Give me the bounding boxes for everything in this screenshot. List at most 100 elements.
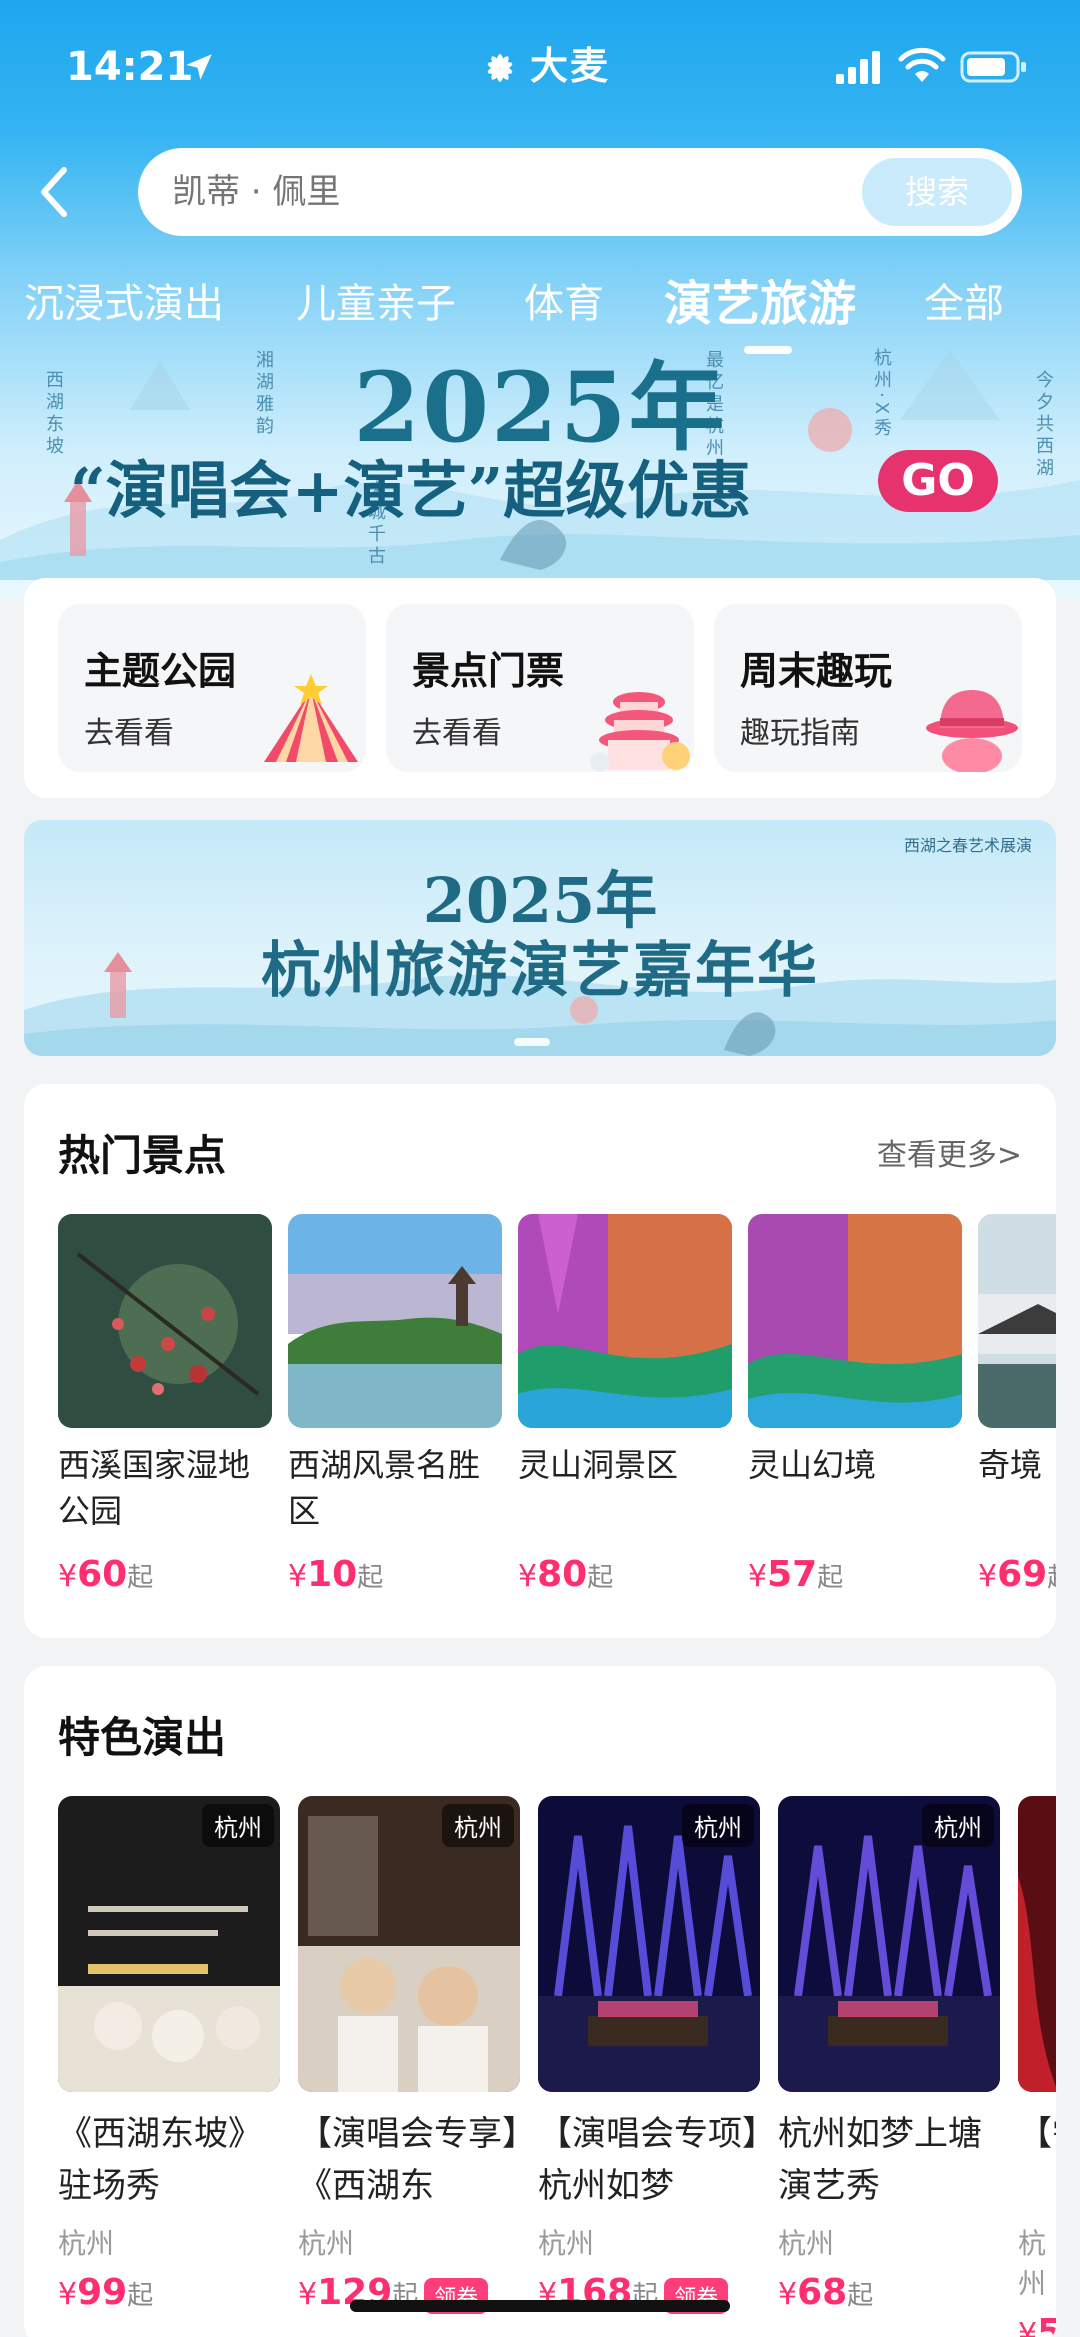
show-price: ¥68起 xyxy=(778,2272,1000,2313)
card-title: 景点门票 xyxy=(412,649,565,693)
currency-symbol: ¥ xyxy=(58,2277,78,2312)
show-card[interactable]: 杭州 《西湖东坡》驻场秀 杭州 ¥99起 xyxy=(58,1796,280,2313)
search-bar[interactable]: 搜索 xyxy=(138,148,1022,236)
show-card[interactable]: 杭州 【演唱会专项】杭州如梦 杭州 ¥168起 领券 xyxy=(538,1796,760,2314)
price-value: 68 xyxy=(797,2272,848,2313)
spot-price: ¥80起 xyxy=(518,1554,613,1595)
spot-card-lingshan-fantasy[interactable]: 灵山幻境 xyxy=(748,1214,962,1488)
city-tag: 杭州 xyxy=(442,1804,514,1847)
carousel-indicator xyxy=(514,1038,550,1046)
show-price: ¥5 xyxy=(1018,2312,1056,2337)
currency-symbol: ¥ xyxy=(1018,2317,1038,2337)
see-more-link[interactable]: 查看更多> xyxy=(877,1130,1022,1174)
battery-icon xyxy=(960,51,1026,83)
price-value: 80 xyxy=(537,1554,588,1595)
currency-symbol: ¥ xyxy=(748,1559,768,1594)
weekend-fun-card[interactable]: 周末趣玩 趣玩指南 xyxy=(714,604,1022,772)
city-tag: 杭州 xyxy=(922,1804,994,1847)
pagoda-icon xyxy=(590,692,690,772)
back-chevron-icon[interactable] xyxy=(34,162,74,222)
show-city: 杭州 xyxy=(58,2227,115,2260)
spot-name: 奇境 xyxy=(978,1446,1043,1484)
spot-price: ¥69起 xyxy=(978,1554,1056,1595)
show-name: 【演唱会专享】《西湖东 xyxy=(298,2114,519,2206)
price-value: 99 xyxy=(77,2272,128,2313)
show-city: 杭州 xyxy=(1018,2227,1047,2300)
show-city: 杭州 xyxy=(778,2227,835,2260)
show-card[interactable]: 杭州 【演唱会专享】《西湖东 杭州 ¥129起 领券 xyxy=(298,1796,520,2314)
price-suffix: 起 xyxy=(127,1563,154,1593)
show-city: 杭州 xyxy=(538,2227,595,2260)
spot-card-xixi[interactable]: 西溪国家湿地公园 xyxy=(58,1214,272,1534)
show-price: ¥99起 xyxy=(58,2272,280,2313)
promo-banner[interactable]: 西湖东坡 湘湖雅韵 宋城千古 最忆是杭州 杭州·X秀 今夕共西湖 2025年 “… xyxy=(0,330,1080,580)
spot-name: 灵山幻境 xyxy=(748,1446,877,1484)
price-suffix: 起 xyxy=(847,2281,874,2311)
promo-go-button[interactable]: GO xyxy=(878,450,998,512)
price-suffix: 起 xyxy=(817,1563,844,1593)
card-title: 主题公园 xyxy=(84,649,237,693)
home-indicator[interactable] xyxy=(350,2300,730,2312)
show-poster: 杭州 xyxy=(538,1796,760,2092)
price-value: 60 xyxy=(77,1554,128,1595)
status-time: 14:21 xyxy=(66,44,194,90)
featured-shows-section: 特色演出 杭州 《西湖东坡》驻场秀 杭州 ¥99起 杭州 【演唱会专享】《西湖东… xyxy=(24,1666,1056,2337)
carnival-title: 杭州旅游演艺嘉年华 xyxy=(261,936,819,1006)
section-title: 热门景点 xyxy=(58,1131,227,1180)
show-name: 杭州如梦上塘演艺秀 xyxy=(778,2114,982,2206)
price-suffix: 起 xyxy=(1047,1563,1056,1593)
price-suffix: 起 xyxy=(587,1563,614,1593)
hot-spots-section: 热门景点 查看更多> 西溪国家湿地公园 西湖风景名胜区 灵山洞景区 灵山幻境 奇… xyxy=(24,1084,1056,1638)
spot-price: ¥10起 xyxy=(288,1554,383,1595)
spot-thumbnail xyxy=(978,1214,1056,1428)
currency-symbol: ¥ xyxy=(778,2277,798,2312)
currency-symbol: ¥ xyxy=(518,1559,538,1594)
card-subtitle: 去看看 xyxy=(84,716,174,751)
city-tag: 杭州 xyxy=(682,1804,754,1847)
currency-symbol: ¥ xyxy=(298,2277,318,2312)
price-suffix: 起 xyxy=(357,1563,384,1593)
currency-symbol: ¥ xyxy=(978,1559,998,1594)
spot-thumbnail xyxy=(748,1214,962,1428)
price-value: 10 xyxy=(307,1554,358,1595)
show-card[interactable]: 【需 杭州 ¥5 xyxy=(1018,1796,1056,2337)
brand-logo: 大麦 xyxy=(476,38,610,88)
section-title: 特色演出 xyxy=(58,1713,227,1762)
category-cards-panel: 主题公园 去看看 景点门票 去看看 周末趣玩 趣玩指南 xyxy=(24,578,1056,798)
spot-name: 灵山洞景区 xyxy=(518,1446,679,1484)
show-poster: 杭州 xyxy=(778,1796,1000,2092)
spot-price: ¥57起 xyxy=(748,1554,843,1595)
status-bar: 14:21 大麦 xyxy=(0,0,1080,135)
spot-name: 西湖风景名胜区 xyxy=(288,1446,481,1530)
show-poster: 杭州 xyxy=(58,1796,280,2092)
city-tag: 杭州 xyxy=(202,1804,274,1847)
brand-name: 大麦 xyxy=(530,43,611,88)
price-value: 57 xyxy=(767,1554,818,1595)
spot-name: 西溪国家湿地公园 xyxy=(58,1446,251,1530)
spot-card-wonderland[interactable]: 奇境 xyxy=(978,1214,1056,1488)
attraction-tickets-card[interactable]: 景点门票 去看看 xyxy=(386,604,694,772)
circus-tent-icon xyxy=(264,674,358,762)
cellular-signal-icon xyxy=(836,51,880,84)
price-suffix: 起 xyxy=(127,2281,154,2311)
spot-thumbnail xyxy=(58,1214,272,1428)
wifi-icon xyxy=(898,47,946,82)
spot-thumbnail xyxy=(288,1214,502,1428)
promo-title: “演唱会+演艺”超级优惠 xyxy=(70,454,752,527)
search-input[interactable] xyxy=(172,148,772,236)
show-name: 《西湖东坡》驻场秀 xyxy=(58,2114,262,2206)
search-button[interactable]: 搜索 xyxy=(862,158,1012,226)
spot-price: ¥60起 xyxy=(58,1554,153,1595)
spot-card-westlake[interactable]: 西湖风景名胜区 xyxy=(288,1214,502,1534)
spot-thumbnail xyxy=(518,1214,732,1428)
currency-symbol: ¥ xyxy=(288,1559,308,1594)
card-subtitle: 趣玩指南 xyxy=(740,716,860,751)
show-name: 【演唱会专项】杭州如梦 xyxy=(538,2114,759,2206)
carnival-banner[interactable]: 西湖之春艺术展演 2025年 杭州旅游演艺嘉年华 xyxy=(24,820,1056,1056)
theme-park-card[interactable]: 主题公园 去看看 xyxy=(58,604,366,772)
hat-character-icon xyxy=(926,690,1018,772)
show-card[interactable]: 杭州 杭州如梦上塘演艺秀 杭州 ¥68起 xyxy=(778,1796,1000,2313)
spot-card-lingshan-cave[interactable]: 灵山洞景区 xyxy=(518,1214,732,1488)
show-poster xyxy=(1018,1796,1056,2092)
card-title: 周末趣玩 xyxy=(740,649,893,693)
